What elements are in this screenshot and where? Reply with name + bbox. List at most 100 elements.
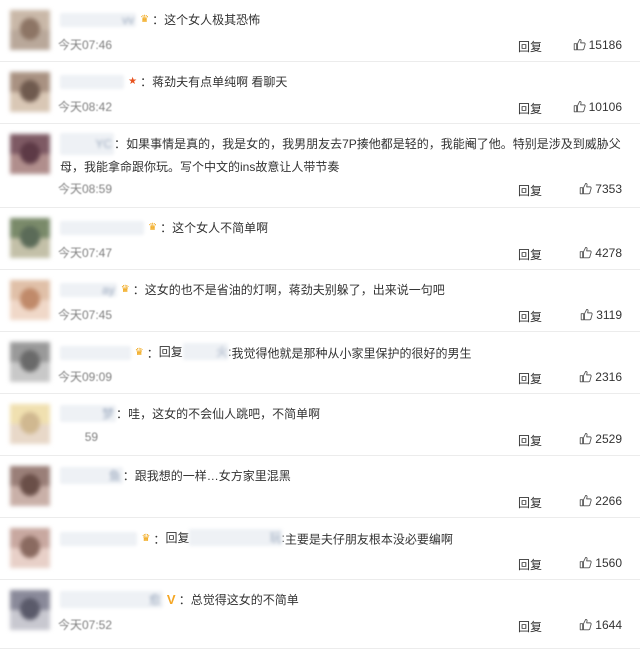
comment-timestamp: 今天07:45	[58, 308, 113, 322]
avatar-face	[20, 598, 40, 620]
comment-item: 梦：哇，这女的不会仙人跳吧，不简单啊 59 回复 2529	[0, 394, 640, 456]
avatar[interactable]	[10, 10, 50, 50]
like-count: 15186	[588, 38, 622, 52]
comment-timestamp: 今天08:59	[58, 182, 113, 196]
comment-item: YC ：如果事情是真的，我是女的，我男朋友去7P揍他都是轻的，我能阉了他。特别是涉…	[0, 124, 640, 208]
avatar-face	[20, 226, 40, 248]
like-button[interactable]: 3119	[580, 308, 622, 322]
avatar[interactable]	[10, 590, 50, 630]
verified-v-icon: V	[166, 592, 176, 607]
reply-button[interactable]: 回复	[518, 182, 542, 199]
avatar[interactable]	[10, 134, 50, 174]
comment-list: vv ♛ ：这个女人极其恐怖 今天07:46 回复 15186 ★ ：蒋劲夫有点单纯啊 看聊…	[0, 0, 640, 649]
comment-timestamp: 59	[58, 430, 99, 444]
comment-timestamp: 今天08:42	[58, 100, 113, 114]
avatar[interactable]	[10, 342, 50, 382]
comment-body: 愈 V ：总觉得这女的不简单	[60, 591, 299, 608]
thumbs-up-icon	[580, 556, 592, 569]
like-count: 3119	[596, 308, 622, 322]
reply-button[interactable]: 回复	[518, 618, 542, 635]
reply-button[interactable]: 回复	[518, 432, 542, 449]
like-count: 2266	[595, 494, 622, 508]
avatar-face	[20, 288, 40, 310]
separator: ：	[152, 13, 165, 27]
crown-badge-icon: ♛	[134, 347, 144, 359]
comment-item: ♛ ：回复 火:我觉得他就是那种从小家里保护的很好的男生 今天09:09 回复 2316	[0, 332, 640, 394]
avatar[interactable]	[10, 528, 50, 568]
avatar[interactable]	[10, 466, 50, 506]
avatar[interactable]	[10, 280, 50, 320]
comment-timestamp	[58, 492, 98, 506]
like-button[interactable]: 4278	[579, 246, 622, 260]
separator: ：	[160, 221, 173, 235]
avatar[interactable]	[10, 218, 50, 258]
comment-body: ♛ ：这个女人不简单啊	[60, 219, 268, 236]
comment-item: 鱼：跟我想的一样…女方家里混黑 回复 2266	[0, 456, 640, 518]
like-button[interactable]: 1560	[579, 556, 622, 570]
username-link[interactable]	[60, 74, 125, 89]
reply-button[interactable]: 回复	[518, 308, 542, 325]
comment-item: ♛ ：回复 玩:主要是夫仔朋友根本没必要编啊 回复 1560	[0, 518, 640, 580]
avatar-face	[20, 474, 40, 496]
like-count: 2316	[595, 370, 622, 384]
username-link[interactable]: ay	[60, 282, 117, 297]
like-button[interactable]: 1644	[579, 618, 622, 632]
comment-text: 跟我想的一样…女方家里混黑	[134, 469, 291, 483]
username-link[interactable]	[60, 220, 145, 235]
crown-badge-icon: ♛	[148, 222, 158, 233]
comment-body: vv ♛ ：这个女人极其恐怖	[60, 11, 260, 28]
reply-button[interactable]: 回复	[518, 556, 542, 573]
username-link[interactable]	[60, 345, 131, 360]
separator: ：	[178, 593, 191, 607]
like-count: 2529	[595, 432, 622, 446]
username-link[interactable]	[60, 531, 138, 546]
comment-actions: 回复 1560	[452, 556, 622, 572]
reply-button[interactable]: 回复	[518, 370, 542, 387]
like-count: 10106	[588, 100, 622, 114]
comment-text: 哇，这女的不会仙人跳吧，不简单啊	[128, 407, 321, 421]
comment-actions: 回复 4278	[452, 246, 622, 262]
username-link[interactable]: YC	[60, 132, 115, 155]
comment-text: 我觉得他就是那种从小家里保护的很好的男生	[231, 346, 472, 361]
comment-text: 这个女人不简单啊	[172, 221, 269, 235]
reply-username-link[interactable]: 火	[182, 343, 229, 360]
thumbs-up-icon	[580, 370, 592, 383]
like-button[interactable]: 7353	[579, 182, 622, 196]
comment-body: ♛ ：回复 玩:主要是夫仔朋友根本没必要编啊	[60, 529, 453, 547]
reply-button[interactable]: 回复	[518, 38, 542, 55]
comment-timestamp: 今天07:47	[58, 246, 113, 260]
like-button[interactable]: 2316	[579, 370, 622, 384]
star-badge-icon: ★	[128, 76, 138, 87]
reply-button[interactable]: 回复	[518, 246, 542, 263]
comment-text: 这个女人极其恐怖	[164, 13, 261, 27]
avatar-face	[20, 412, 40, 434]
thumbs-up-icon	[580, 308, 593, 321]
like-button[interactable]: 10106	[573, 100, 622, 114]
like-button[interactable]: 2266	[579, 494, 622, 508]
comment-body: 鱼：跟我想的一样…女方家里混黑	[60, 467, 291, 484]
comment-actions: 回复 2529	[452, 432, 622, 448]
username-link[interactable]: 鱼	[60, 467, 123, 484]
reply-prefix: 回复	[165, 531, 190, 545]
avatar[interactable]	[10, 404, 50, 444]
separator: ：	[114, 136, 127, 151]
username-link[interactable]: vv	[60, 12, 137, 27]
crown-badge-icon: ♛	[141, 533, 151, 545]
crown-badge-icon: ♛	[120, 284, 130, 295]
separator: ：	[140, 75, 153, 89]
avatar[interactable]	[10, 72, 50, 112]
thumbs-up-icon	[580, 246, 592, 259]
reply-button[interactable]: 回复	[518, 100, 542, 117]
like-count: 4278	[595, 246, 622, 260]
like-button[interactable]: 15186	[573, 38, 622, 52]
thumbs-up-icon	[580, 432, 592, 445]
reply-button[interactable]: 回复	[518, 494, 542, 511]
username-link[interactable]: 愈	[60, 591, 163, 608]
comment-timestamp: 今天07:52	[58, 618, 113, 632]
username-link[interactable]: 梦	[60, 405, 117, 422]
reply-username-link[interactable]: 玩	[189, 529, 282, 546]
comment-text: 这女的也不是省油的灯啊，蒋劲夫别躲了，出来说一句吧	[144, 283, 445, 297]
like-button[interactable]: 2529	[579, 432, 622, 446]
comment-actions: 回复 7353	[452, 182, 622, 198]
comment-actions: 回复 2316	[452, 370, 622, 386]
